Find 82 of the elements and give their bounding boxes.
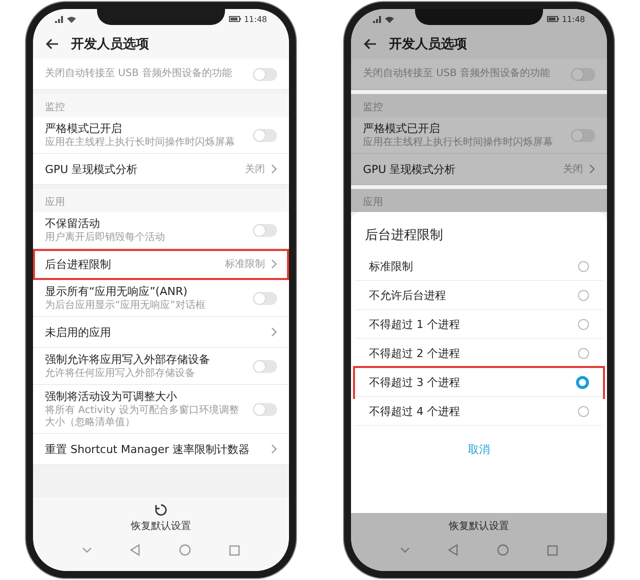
row-subtitle: 应用在主线程上执行长时间操作时闪烁屏幕 xyxy=(45,137,236,149)
settings-row[interactable]: GPU 呈现模式分析 关闭 xyxy=(351,154,607,185)
row-subtitle: 用户离开后即销毁每个活动 xyxy=(45,232,166,244)
signal-icon xyxy=(55,16,64,22)
row-subtitle: 为后台应用显示“应用无响应”对话框 xyxy=(45,300,206,312)
reset-defaults-button[interactable]: 恢复默认设置 xyxy=(351,513,607,537)
row-subtitle: 关闭自动转接至 USB 音频外围设备的功能 xyxy=(363,68,551,80)
row-title: 强制允许将应用写入外部存储设备 xyxy=(45,352,211,367)
radio-button[interactable] xyxy=(578,260,589,272)
chevron-right-icon xyxy=(271,259,277,269)
settings-row[interactable]: GPU 呈现模式分析 关闭 xyxy=(33,154,289,185)
row-subtitle: 将所有 Activity 设为可配合多窗口环境调整大小（忽略清单值） xyxy=(45,405,240,429)
settings-row[interactable]: 强制允许将应用写入外部存储设备 允许将任何应用写入外部存储设备 xyxy=(33,348,289,385)
row-title: 不保留活动 xyxy=(45,216,101,231)
section-header: 应用 xyxy=(44,196,66,210)
chevron-right-icon xyxy=(271,327,277,337)
battery-icon xyxy=(228,16,241,22)
settings-row[interactable]: 重置 Shortcut Manager 速率限制计数器 xyxy=(33,434,289,465)
chevron-down-icon[interactable] xyxy=(400,547,410,553)
radio-button[interactable] xyxy=(576,376,589,388)
settings-row[interactable]: 严格模式已开启 应用在主线程上执行长时间操作时闪烁屏幕 xyxy=(33,117,289,154)
chevron-right-icon xyxy=(589,164,595,174)
row-value: 关闭 xyxy=(245,162,265,176)
wifi-icon xyxy=(67,16,76,22)
row-subtitle: 允许将任何应用写入外部存储设备 xyxy=(45,368,196,380)
home-circle-icon[interactable] xyxy=(178,544,191,556)
dialog-title: 后台进程限制 xyxy=(364,227,444,245)
row-subtitle: 应用在主线程上执行长时间操作时闪烁屏幕 xyxy=(363,137,554,149)
toggle-switch[interactable] xyxy=(253,68,277,80)
back-arrow-icon[interactable] xyxy=(363,38,377,50)
reset-defaults-button[interactable]: 恢复默认设置 xyxy=(33,497,289,537)
row-value: 标准限制 xyxy=(225,258,265,271)
back-triangle-icon[interactable] xyxy=(130,544,140,556)
toggle-switch[interactable] xyxy=(253,128,277,142)
row-title: 后台进程限制 xyxy=(45,256,112,272)
settings-row[interactable]: 强制将活动设为可调整大小 将所有 Activity 设为可配合多窗口环境调整大小（忽略清单值） xyxy=(33,385,289,434)
toggle-switch[interactable] xyxy=(253,224,277,236)
row-title: 强制将活动设为可调整大小 xyxy=(45,389,178,404)
radio-option[interactable]: 不得超过 4 个进程 xyxy=(355,397,603,426)
settings-row[interactable]: 严格模式已开启 应用在主线程上执行长时间操作时闪烁屏幕 xyxy=(351,117,607,154)
battery-icon xyxy=(546,16,559,22)
section-header: 监控 xyxy=(44,101,66,115)
status-time: 11:48 xyxy=(244,14,267,24)
chevron-right-icon xyxy=(271,444,277,454)
page-title: 开发人员选项 xyxy=(71,36,149,53)
settings-row[interactable]: 显示所有“应用无响应”(ANR) 为后台应用显示“应用无响应”对话框 xyxy=(33,280,289,317)
row-title: 严格模式已开启 xyxy=(45,121,123,136)
row-title: 显示所有“应用无响应”(ANR) xyxy=(45,284,188,299)
recents-square-icon[interactable] xyxy=(546,544,558,556)
row-value: 关闭 xyxy=(563,162,583,176)
radio-option[interactable]: 不得超过 3 个进程 xyxy=(355,368,603,397)
section-header: 应用 xyxy=(362,196,384,210)
row-subtitle: 关闭自动转接至 USB 音频外围设备的功能 xyxy=(45,68,233,80)
toggle-switch[interactable] xyxy=(571,68,595,80)
radio-button[interactable] xyxy=(578,318,589,330)
toggle-switch[interactable] xyxy=(571,128,595,142)
chevron-down-icon[interactable] xyxy=(82,547,92,553)
signal-icon xyxy=(373,16,382,22)
row-title: 重置 Shortcut Manager 速率限制计数器 xyxy=(45,442,251,456)
home-circle-icon[interactable] xyxy=(496,544,509,556)
back-triangle-icon[interactable] xyxy=(448,544,458,556)
radio-button[interactable] xyxy=(578,290,589,300)
toggle-switch[interactable] xyxy=(253,292,277,304)
page-title: 开发人员选项 xyxy=(389,36,467,53)
settings-row[interactable]: 未启用的应用 xyxy=(33,317,289,348)
back-arrow-icon[interactable] xyxy=(45,38,59,50)
row-title: GPU 呈现模式分析 xyxy=(45,162,139,176)
settings-row[interactable]: 不保留活动 用户离开后即销毁每个活动 xyxy=(33,212,289,249)
status-time: 11:48 xyxy=(562,14,585,24)
toggle-switch[interactable] xyxy=(253,360,277,372)
row-title: 严格模式已开启 xyxy=(363,121,441,136)
row-title: GPU 呈现模式分析 xyxy=(363,162,457,176)
recents-square-icon[interactable] xyxy=(228,544,240,556)
wifi-icon xyxy=(385,16,394,22)
section-header: 监控 xyxy=(362,101,384,115)
chevron-right-icon xyxy=(271,164,277,174)
radio-button[interactable] xyxy=(578,406,589,416)
settings-row[interactable]: 后台进程限制 标准限制 xyxy=(33,249,289,280)
row-title: 未启用的应用 xyxy=(45,324,112,340)
toggle-switch[interactable] xyxy=(253,402,277,416)
radio-button[interactable] xyxy=(578,348,589,358)
refresh-icon xyxy=(154,503,168,517)
